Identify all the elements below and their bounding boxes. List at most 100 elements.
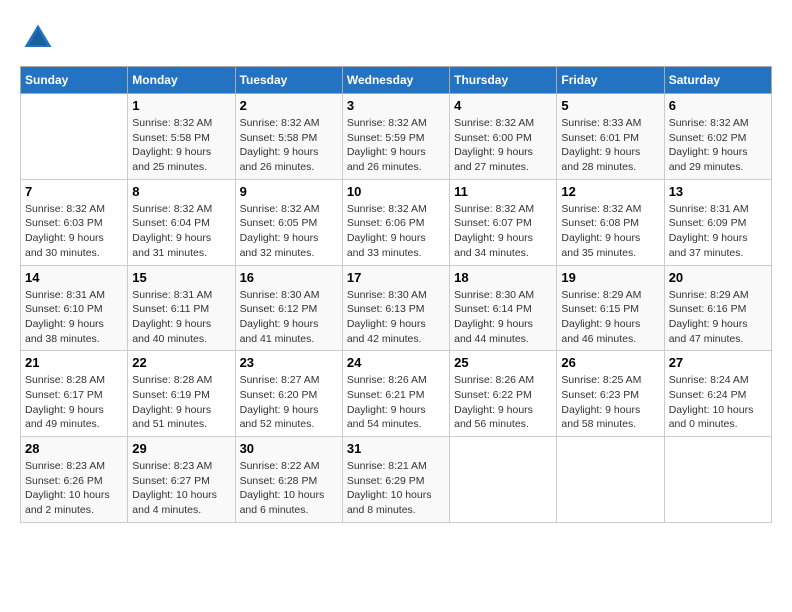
day-number: 7	[25, 184, 123, 199]
calendar-week-row: 21Sunrise: 8:28 AMSunset: 6:17 PMDayligh…	[21, 351, 772, 437]
day-info: Sunrise: 8:29 AMSunset: 6:16 PMDaylight:…	[669, 288, 767, 347]
day-info: Sunrise: 8:33 AMSunset: 6:01 PMDaylight:…	[561, 116, 659, 175]
day-number: 19	[561, 270, 659, 285]
day-number: 12	[561, 184, 659, 199]
calendar-cell: 18 Sunrise: 8:30 AMSunset: 6:14 PMDayligh…	[450, 265, 557, 351]
calendar-table: SundayMondayTuesdayWednesdayThursdayFrid…	[20, 66, 772, 523]
day-info: Sunrise: 8:32 AMSunset: 6:02 PMDaylight:…	[669, 116, 767, 175]
calendar-week-row: 14Sunrise: 8:31 AMSunset: 6:10 PMDayligh…	[21, 265, 772, 351]
calendar-cell: 10 Sunrise: 8:32 AMSunset: 6:06 PMDayligh…	[342, 179, 449, 265]
day-info: Sunrise: 8:22 AMSunset: 6:28 PMDaylight:…	[240, 459, 338, 518]
calendar-cell: 3 Sunrise: 8:32 AMSunset: 5:59 PMDaylight…	[342, 94, 449, 180]
day-number: 1	[132, 98, 230, 113]
weekday-header: Tuesday	[235, 67, 342, 94]
calendar-cell	[664, 437, 771, 523]
day-number: 25	[454, 355, 552, 370]
day-info: Sunrise: 8:32 AMSunset: 6:00 PMDaylight:…	[454, 116, 552, 175]
day-number: 6	[669, 98, 767, 113]
calendar-cell: 29 Sunrise: 8:23 AMSunset: 6:27 PMDayligh…	[128, 437, 235, 523]
calendar-cell: 27Sunrise: 8:24 AMSunset: 6:24 PMDayligh…	[664, 351, 771, 437]
calendar-cell: 19Sunrise: 8:29 AMSunset: 6:15 PMDayligh…	[557, 265, 664, 351]
day-info: Sunrise: 8:30 AMSunset: 6:14 PMDaylight:…	[454, 288, 552, 347]
day-info: Sunrise: 8:32 AMSunset: 5:58 PMDaylight:…	[240, 116, 338, 175]
calendar-cell	[21, 94, 128, 180]
day-number: 16	[240, 270, 338, 285]
calendar-cell: 1Sunrise: 8:32 AMSunset: 5:58 PMDaylight…	[128, 94, 235, 180]
weekday-header: Friday	[557, 67, 664, 94]
calendar-cell: 20 Sunrise: 8:29 AMSunset: 6:16 PMDayligh…	[664, 265, 771, 351]
calendar-cell: 12 Sunrise: 8:32 AMSunset: 6:08 PMDayligh…	[557, 179, 664, 265]
day-number: 8	[132, 184, 230, 199]
day-info: Sunrise: 8:32 AMSunset: 6:08 PMDaylight:…	[561, 202, 659, 261]
calendar-cell	[557, 437, 664, 523]
day-number: 31	[347, 441, 445, 456]
weekday-header: Thursday	[450, 67, 557, 94]
calendar-cell: 30 Sunrise: 8:22 AMSunset: 6:28 PMDayligh…	[235, 437, 342, 523]
day-info: Sunrise: 8:32 AMSunset: 6:07 PMDaylight:…	[454, 202, 552, 261]
calendar-cell: 7 Sunrise: 8:32 AMSunset: 6:03 PMDaylight…	[21, 179, 128, 265]
day-number: 11	[454, 184, 552, 199]
calendar-cell: 4Sunrise: 8:32 AMSunset: 6:00 PMDaylight…	[450, 94, 557, 180]
calendar-cell: 6 Sunrise: 8:32 AMSunset: 6:02 PMDaylight…	[664, 94, 771, 180]
day-number: 29	[132, 441, 230, 456]
calendar-cell: 31Sunrise: 8:21 AMSunset: 6:29 PMDayligh…	[342, 437, 449, 523]
day-info: Sunrise: 8:31 AMSunset: 6:09 PMDaylight:…	[669, 202, 767, 261]
day-number: 18	[454, 270, 552, 285]
day-info: Sunrise: 8:32 AMSunset: 6:03 PMDaylight:…	[25, 202, 123, 261]
weekday-header: Wednesday	[342, 67, 449, 94]
day-number: 15	[132, 270, 230, 285]
calendar-cell: 13 Sunrise: 8:31 AMSunset: 6:09 PMDayligh…	[664, 179, 771, 265]
day-info: Sunrise: 8:32 AMSunset: 6:05 PMDaylight:…	[240, 202, 338, 261]
calendar-week-row: 28 Sunrise: 8:23 AMSunset: 6:26 PMDayligh…	[21, 437, 772, 523]
page-header	[20, 20, 772, 56]
day-info: Sunrise: 8:31 AMSunset: 6:10 PMDaylight:…	[25, 288, 123, 347]
calendar-body: 1 Sunrise: 8:32 AMSunset: 5:58 PMDaylight…	[21, 94, 772, 523]
day-number: 22	[132, 355, 230, 370]
calendar-cell: 16 Sunrise: 8:30 AMSunset: 6:12 PMDayligh…	[235, 265, 342, 351]
calendar-cell: 14Sunrise: 8:31 AMSunset: 6:10 PMDayligh…	[21, 265, 128, 351]
calendar-header: SundayMondayTuesdayWednesdayThursdayFrid…	[21, 67, 772, 94]
day-number: 23	[240, 355, 338, 370]
day-number: 20	[669, 270, 767, 285]
weekday-header: Monday	[128, 67, 235, 94]
day-number: 28	[25, 441, 123, 456]
day-number: 3	[347, 98, 445, 113]
calendar-cell: 25 Sunrise: 8:26 AMSunset: 6:22 PMDayligh…	[450, 351, 557, 437]
day-number: 21	[25, 355, 123, 370]
day-info: Sunrise: 8:31 AMSunset: 6:11 PMDaylight:…	[132, 288, 230, 347]
day-number: 24	[347, 355, 445, 370]
calendar-cell: 9 Sunrise: 8:32 AMSunset: 6:05 PMDaylight…	[235, 179, 342, 265]
calendar-cell: 5Sunrise: 8:33 AMSunset: 6:01 PMDaylight…	[557, 94, 664, 180]
day-info: Sunrise: 8:32 AMSunset: 6:06 PMDaylight:…	[347, 202, 445, 261]
calendar-cell: 2 Sunrise: 8:32 AMSunset: 5:58 PMDaylight…	[235, 94, 342, 180]
calendar-cell: 23 Sunrise: 8:27 AMSunset: 6:20 PMDayligh…	[235, 351, 342, 437]
day-info: Sunrise: 8:26 AMSunset: 6:22 PMDaylight:…	[454, 373, 552, 432]
day-info: Sunrise: 8:30 AMSunset: 6:12 PMDaylight:…	[240, 288, 338, 347]
weekday-header: Sunday	[21, 67, 128, 94]
calendar-cell: 11 Sunrise: 8:32 AMSunset: 6:07 PMDayligh…	[450, 179, 557, 265]
day-number: 2	[240, 98, 338, 113]
calendar-cell: 21Sunrise: 8:28 AMSunset: 6:17 PMDayligh…	[21, 351, 128, 437]
day-number: 10	[347, 184, 445, 199]
day-number: 27	[669, 355, 767, 370]
day-info: Sunrise: 8:23 AMSunset: 6:27 PMDaylight:…	[132, 459, 230, 518]
calendar-cell: 17Sunrise: 8:30 AMSunset: 6:13 PMDayligh…	[342, 265, 449, 351]
day-info: Sunrise: 8:32 AMSunset: 6:04 PMDaylight:…	[132, 202, 230, 261]
calendar-cell: 22Sunrise: 8:28 AMSunset: 6:19 PMDayligh…	[128, 351, 235, 437]
day-info: Sunrise: 8:23 AMSunset: 6:26 PMDaylight:…	[25, 459, 123, 518]
day-number: 30	[240, 441, 338, 456]
day-number: 13	[669, 184, 767, 199]
day-number: 26	[561, 355, 659, 370]
calendar-cell	[450, 437, 557, 523]
logo	[20, 20, 60, 56]
day-number: 17	[347, 270, 445, 285]
calendar-cell: 8 Sunrise: 8:32 AMSunset: 6:04 PMDaylight…	[128, 179, 235, 265]
logo-icon	[20, 20, 56, 56]
calendar-cell: 28 Sunrise: 8:23 AMSunset: 6:26 PMDayligh…	[21, 437, 128, 523]
calendar-cell: 26 Sunrise: 8:25 AMSunset: 6:23 PMDayligh…	[557, 351, 664, 437]
day-number: 9	[240, 184, 338, 199]
weekday-header: Saturday	[664, 67, 771, 94]
day-info: Sunrise: 8:25 AMSunset: 6:23 PMDaylight:…	[561, 373, 659, 432]
day-info: Sunrise: 8:27 AMSunset: 6:20 PMDaylight:…	[240, 373, 338, 432]
day-info: Sunrise: 8:32 AMSunset: 5:59 PMDaylight:…	[347, 116, 445, 175]
